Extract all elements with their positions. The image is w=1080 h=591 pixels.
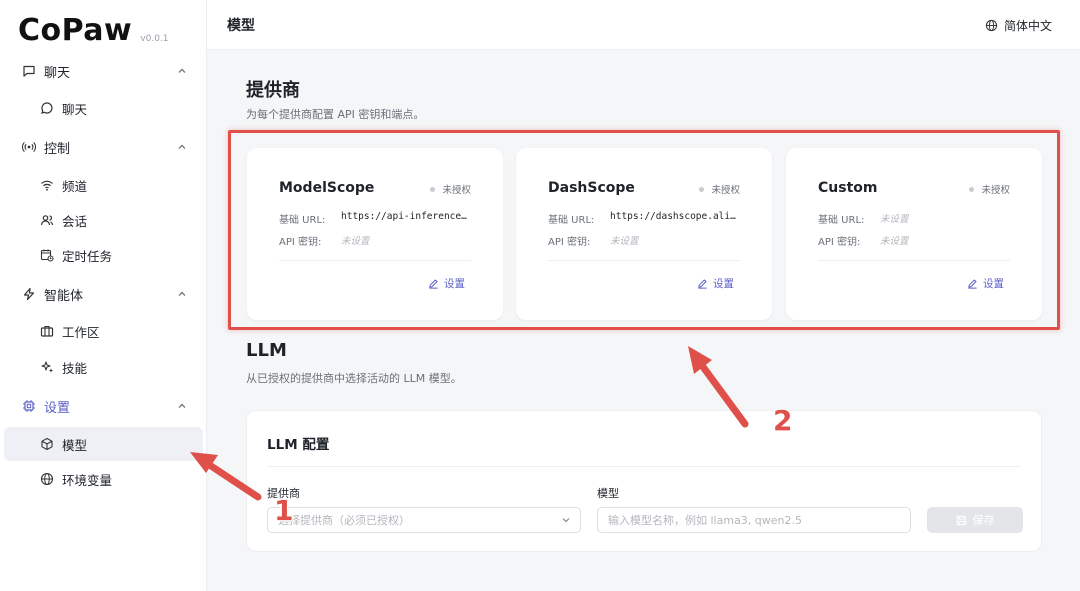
language-switcher[interactable]: 简体中文 [985,17,1052,34]
sidebar-item-scheduled-tasks[interactable]: 定时任务 [4,238,203,272]
provider-select-placeholder: 选择提供商（必须已授权） [278,514,410,527]
language-label: 简体中文 [1003,19,1052,33]
model-input[interactable] [597,507,911,533]
save-icon [956,515,966,525]
sidebar-item-skills[interactable]: 技能 [4,350,203,384]
briefcase-icon [40,324,54,338]
globe-icon [985,19,998,32]
llm-title: LLM [246,340,287,361]
chevron-up-icon[interactable] [175,64,189,78]
annotation-highlight-box [228,130,1060,330]
nav-group-agents[interactable]: 智能体 [0,276,207,312]
sidebar-item-label: 聊天 [62,101,88,117]
calendar-clock-icon [40,248,54,262]
users-icon [40,213,54,227]
llm-config-card: LLM 配置 提供商 模型 选择提供商（必须已授权） 保存 [246,410,1042,552]
sidebar-item-chat[interactable]: 聊天 [4,91,203,125]
chevron-down-icon [562,518,570,523]
sidebar-item-label: 频道 [62,178,88,194]
wifi-icon [40,178,54,192]
model-field-label: 模型 [597,487,619,500]
card-divider [267,466,1021,467]
sidebar-item-label: 环境变量 [62,472,113,488]
sidebar: CoPaw v0.0.1 聊天 聊天 控制 频道 会话 定时任务 智能体 工作区… [0,0,207,591]
sparkles-icon [40,360,54,374]
sidebar-item-channels[interactable]: 频道 [4,168,203,202]
chat-bubble-icon [40,101,54,115]
annotation-number-2: 2 [773,404,793,437]
nav-group-chat[interactable]: 聊天 [0,53,207,89]
chevron-up-icon[interactable] [175,287,189,301]
nav-group-control[interactable]: 控制 [0,129,207,165]
sidebar-item-label: 工作区 [62,324,100,340]
globe-icon [40,472,54,486]
llm-description: 从已授权的提供商中选择活动的 LLM 模型。 [246,372,462,385]
cpu-icon [22,399,36,413]
nav-group-label: 智能体 [44,288,84,304]
app-logo[interactable]: CoPaw [18,16,132,46]
llm-config-title: LLM 配置 [267,437,330,453]
sidebar-item-workspace[interactable]: 工作区 [4,314,203,348]
sidebar-item-label: 模型 [62,437,88,453]
providers-title: 提供商 [246,80,300,101]
app-version: v0.0.1 [140,34,169,44]
chevron-up-icon[interactable] [175,399,189,413]
nav-group-label: 设置 [44,400,71,416]
chevron-up-icon[interactable] [175,140,189,154]
annotation-number-1: 1 [274,494,294,527]
provider-select[interactable]: 选择提供商（必须已授权） [267,507,581,533]
page-title: 模型 [227,17,255,34]
sidebar-item-env-vars[interactable]: 环境变量 [4,462,203,496]
sidebar-item-label: 技能 [62,360,88,376]
nav-group-label: 控制 [44,141,71,157]
logo-row: CoPaw v0.0.1 [0,0,206,58]
nav-group-label: 聊天 [44,65,71,81]
nav-group-settings[interactable]: 设置 [0,388,207,424]
save-button[interactable]: 保存 [927,507,1023,533]
sidebar-item-sessions[interactable]: 会话 [4,203,203,237]
sidebar-item-models[interactable]: 模型 [4,427,203,461]
sidebar-item-label: 会话 [62,213,88,229]
top-header: 模型 简体中文 [207,0,1080,50]
message-square-icon [22,64,36,78]
zap-icon [22,287,36,301]
providers-description: 为每个提供商配置 API 密钥和端点。 [246,108,425,121]
cube-icon [40,437,54,451]
broadcast-icon [22,140,36,154]
sidebar-item-label: 定时任务 [62,248,113,264]
